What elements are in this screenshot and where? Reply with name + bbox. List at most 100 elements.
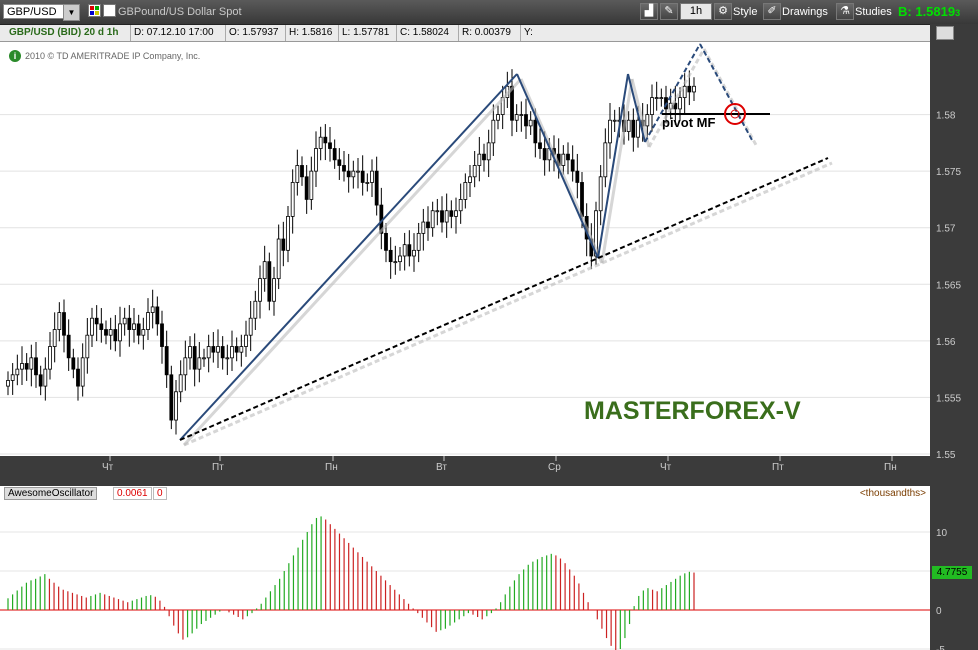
candle-body (636, 119, 640, 138)
info-range: R: 0.00379 (458, 25, 511, 41)
candle-body (393, 261, 398, 264)
oscillator-name[interactable]: AwesomeOscillator (4, 487, 98, 500)
style-label[interactable]: Style (733, 6, 757, 18)
candle-body (183, 357, 188, 376)
candle-body (654, 97, 659, 99)
candle-body (52, 329, 57, 347)
candle-body (24, 363, 29, 370)
candle-body (304, 176, 309, 200)
candle-body (524, 114, 528, 127)
candle-body (426, 221, 430, 229)
candle-body (211, 346, 216, 353)
oscillator-current-value: 4.7755 (932, 566, 972, 579)
candle-body (76, 368, 80, 387)
candle-body (15, 368, 20, 376)
symbol-input[interactable]: GBP/USD ▼ (3, 4, 80, 21)
price-chart[interactable]: i 2010 © TD AMERITRADE IP Company, Inc. … (0, 42, 930, 456)
price-chart-svg (0, 43, 930, 455)
candle-body (127, 317, 132, 330)
candle-body (356, 170, 360, 173)
candle-body (435, 210, 440, 213)
candle-body (496, 114, 500, 121)
zigzag-line (179, 73, 518, 441)
candle-body (421, 221, 426, 234)
chart-settings-icon[interactable] (936, 26, 954, 40)
projection-line-shadow (702, 48, 758, 146)
candle-body (71, 357, 76, 370)
candle-body (430, 210, 435, 229)
candle-body (85, 334, 90, 359)
candle-body (276, 238, 281, 280)
link-icon[interactable] (88, 4, 101, 17)
bid-value: 1.5819 (915, 4, 956, 19)
candle-body (66, 334, 71, 359)
oscillator-panel[interactable] (0, 486, 930, 650)
candle-body (118, 323, 122, 342)
drawings-label[interactable]: Drawings (782, 6, 828, 18)
panel-separator[interactable] (0, 478, 930, 485)
candle-body (174, 391, 178, 421)
bid-label: B: (898, 4, 912, 19)
time-axis (0, 456, 930, 478)
candle-body (570, 159, 575, 172)
info-icon[interactable]: i (9, 50, 21, 62)
candle-body (164, 346, 169, 376)
candle-body (692, 85, 696, 93)
wrench-icon: ✎ (664, 5, 674, 17)
candle-body (346, 170, 351, 178)
checkbox-icon[interactable] (103, 4, 116, 17)
candle-body (99, 323, 104, 330)
info-date: D: 07.12.10 17:00 (130, 25, 214, 41)
interval-button[interactable]: 1h (680, 3, 712, 20)
candle-body (113, 329, 118, 342)
candle-body (603, 142, 608, 178)
pivot-annotation: pivot MF (662, 115, 716, 130)
candle-body (150, 306, 155, 313)
candle-body (328, 142, 332, 149)
candle-body (90, 317, 94, 336)
symbol-dropdown-icon[interactable]: ▼ (63, 4, 80, 21)
chart-icon: ▟ (644, 5, 654, 17)
oscillator-svg (0, 516, 930, 650)
candle-body (407, 244, 412, 257)
oscillator-extra: 0 (153, 487, 167, 500)
candle-body (482, 153, 486, 161)
info-low: L: 1.57781 (338, 25, 389, 41)
candle-body (62, 312, 66, 336)
candle-body (122, 317, 127, 325)
candle-body (29, 357, 34, 370)
chart-type-button[interactable]: ▟ (640, 3, 658, 20)
studies-label[interactable]: Studies (855, 6, 892, 18)
bid-fraction: 3 (955, 8, 961, 18)
drawings-icon-button[interactable]: ✐ (763, 3, 781, 20)
info-open: O: 1.57937 (225, 25, 278, 41)
candle-body (206, 346, 211, 359)
candle-body (626, 119, 631, 132)
candle-body (566, 153, 570, 161)
candle-body (650, 97, 654, 115)
candle-body (192, 346, 197, 370)
candle-body (248, 317, 253, 336)
candle-body (10, 374, 15, 381)
candle-body (519, 114, 524, 116)
info-high: H: 1.5816 (285, 25, 332, 41)
info-close: C: 1.58024 (396, 25, 449, 41)
candle-body (80, 357, 85, 387)
info-y: Y: (520, 25, 533, 41)
watermark-text: MASTERFOREX-V (584, 397, 801, 425)
studies-icon-button[interactable]: ⚗ (836, 3, 854, 20)
candle-body (43, 368, 48, 387)
candle-body (57, 312, 62, 330)
candle-body (538, 142, 542, 149)
studies-icon: ⚗ (840, 5, 850, 17)
tools-button[interactable]: ✎ (660, 3, 678, 20)
candle-body (178, 374, 183, 393)
candle-body (202, 357, 206, 360)
candle-body (365, 182, 370, 184)
candle-body (402, 244, 407, 257)
candle-body (281, 238, 286, 251)
candle-body (412, 249, 416, 257)
candle-body (108, 329, 113, 336)
candle-body (197, 357, 202, 370)
style-icon-button[interactable]: ⚙ (714, 3, 732, 20)
